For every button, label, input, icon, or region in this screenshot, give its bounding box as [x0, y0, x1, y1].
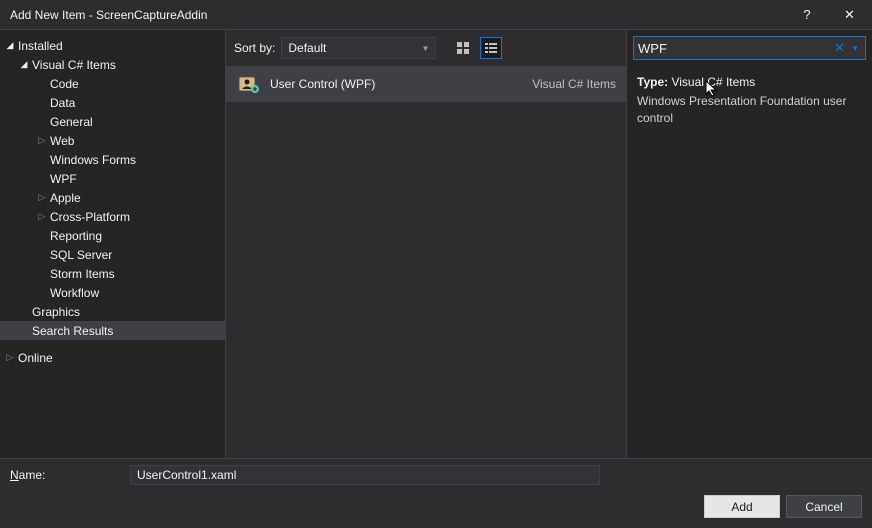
sidebar-item[interactable]: ▷Windows Forms	[0, 150, 225, 169]
sidebar-item-label: Storm Items	[48, 267, 115, 281]
sidebar-item[interactable]: ▷Apple	[0, 188, 225, 207]
sidebar-item-label: Search Results	[30, 324, 113, 338]
view-grid-button[interactable]	[452, 37, 474, 59]
sidebar-item-label: Workflow	[48, 286, 99, 300]
item-row[interactable]: User Control (WPF) Visual C# Items	[226, 66, 626, 102]
sidebar-item-label: WPF	[48, 172, 77, 186]
sidebar-online[interactable]: ▷ Online	[0, 348, 225, 367]
sidebar-item-label: Cross-Platform	[48, 210, 130, 224]
type-description: Windows Presentation Foundation user con…	[637, 93, 862, 127]
sort-label: Sort by:	[234, 41, 275, 55]
name-input[interactable]	[130, 465, 600, 485]
close-button[interactable]: ✕	[827, 0, 872, 30]
chevron-down-icon: ◢	[4, 40, 16, 51]
chevron-down-icon: ◢	[18, 59, 30, 70]
sidebar-item[interactable]: ▷SQL Server	[0, 245, 225, 264]
sidebar-item[interactable]: ▷Workflow	[0, 283, 225, 302]
sort-value: Default	[288, 41, 326, 55]
sidebar-item-label: Online	[16, 351, 53, 365]
sidebar-item-label: Apple	[48, 191, 81, 205]
sidebar-item[interactable]: ▷WPF	[0, 169, 225, 188]
item-category: Visual C# Items	[532, 77, 616, 91]
chevron-right-icon: ▷	[36, 192, 48, 203]
window-title: Add New Item - ScreenCaptureAddin	[10, 8, 787, 22]
sidebar-csharp-items[interactable]: ◢ Visual C# Items	[0, 55, 225, 74]
sidebar-item-label: Installed	[16, 39, 63, 53]
sidebar-item-label: Data	[48, 96, 75, 110]
chevron-down-icon: ▼	[421, 44, 429, 53]
search-input[interactable]	[638, 37, 830, 59]
titlebar: Add New Item - ScreenCaptureAddin ? ✕	[0, 0, 872, 30]
sidebar-item-label: Graphics	[30, 305, 80, 319]
center-pane: Sort by: Default ▼ User Control (WPF) Vi…	[225, 30, 627, 458]
sidebar-graphics[interactable]: ▷ Graphics	[0, 302, 225, 321]
sidebar: ◢ Installed ◢ Visual C# Items ▷Code▷Data…	[0, 30, 225, 458]
type-value: Visual C# Items	[671, 75, 755, 89]
right-pane: ✕ ▼ Type: Visual C# Items Windows Presen…	[627, 30, 872, 458]
search-box[interactable]: ✕ ▼	[633, 36, 866, 60]
sidebar-item[interactable]: ▷General	[0, 112, 225, 131]
sidebar-item[interactable]: ▷Data	[0, 93, 225, 112]
main-area: ◢ Installed ◢ Visual C# Items ▷Code▷Data…	[0, 30, 872, 458]
sidebar-item-label: Windows Forms	[48, 153, 136, 167]
sidebar-item[interactable]: ▷Reporting	[0, 226, 225, 245]
detail-pane: Type: Visual C# Items Windows Presentati…	[627, 64, 872, 136]
sidebar-item[interactable]: ▷Storm Items	[0, 264, 225, 283]
type-label: Type:	[637, 75, 668, 89]
sidebar-item-label: Reporting	[48, 229, 102, 243]
add-button[interactable]: Add	[704, 495, 780, 518]
grid-icon	[456, 41, 470, 55]
bottom-bar: Name: Add Cancel	[0, 458, 872, 528]
sort-combo[interactable]: Default ▼	[281, 37, 436, 59]
view-list-button[interactable]	[480, 37, 502, 59]
chevron-right-icon: ▷	[4, 352, 16, 363]
sidebar-item-label: Code	[48, 77, 79, 91]
sidebar-item-label: Visual C# Items	[30, 58, 116, 72]
sidebar-installed[interactable]: ◢ Installed	[0, 36, 225, 55]
sidebar-item[interactable]: ▷Cross-Platform	[0, 207, 225, 226]
sidebar-item[interactable]: ▷Code	[0, 74, 225, 93]
sidebar-search-results[interactable]: ▷ Search Results	[0, 321, 225, 340]
sidebar-item[interactable]: ▷Web	[0, 131, 225, 150]
sidebar-item-label: General	[48, 115, 93, 129]
chevron-right-icon: ▷	[36, 135, 48, 146]
search-dropdown-icon[interactable]: ▼	[849, 44, 861, 53]
list-icon	[484, 41, 498, 55]
chevron-right-icon: ▷	[36, 211, 48, 222]
help-button[interactable]: ?	[787, 0, 827, 30]
sidebar-item-label: Web	[48, 134, 74, 148]
item-list: User Control (WPF) Visual C# Items	[226, 66, 626, 458]
topbar: Sort by: Default ▼	[226, 30, 626, 66]
name-label: Name:	[10, 468, 122, 482]
usercontrol-icon	[236, 72, 260, 96]
button-row: Add Cancel	[10, 495, 862, 518]
item-name: User Control (WPF)	[270, 77, 522, 91]
name-row: Name:	[10, 465, 862, 485]
cancel-button[interactable]: Cancel	[786, 495, 862, 518]
sidebar-item-label: SQL Server	[48, 248, 112, 262]
clear-search-icon[interactable]: ✕	[830, 40, 849, 56]
